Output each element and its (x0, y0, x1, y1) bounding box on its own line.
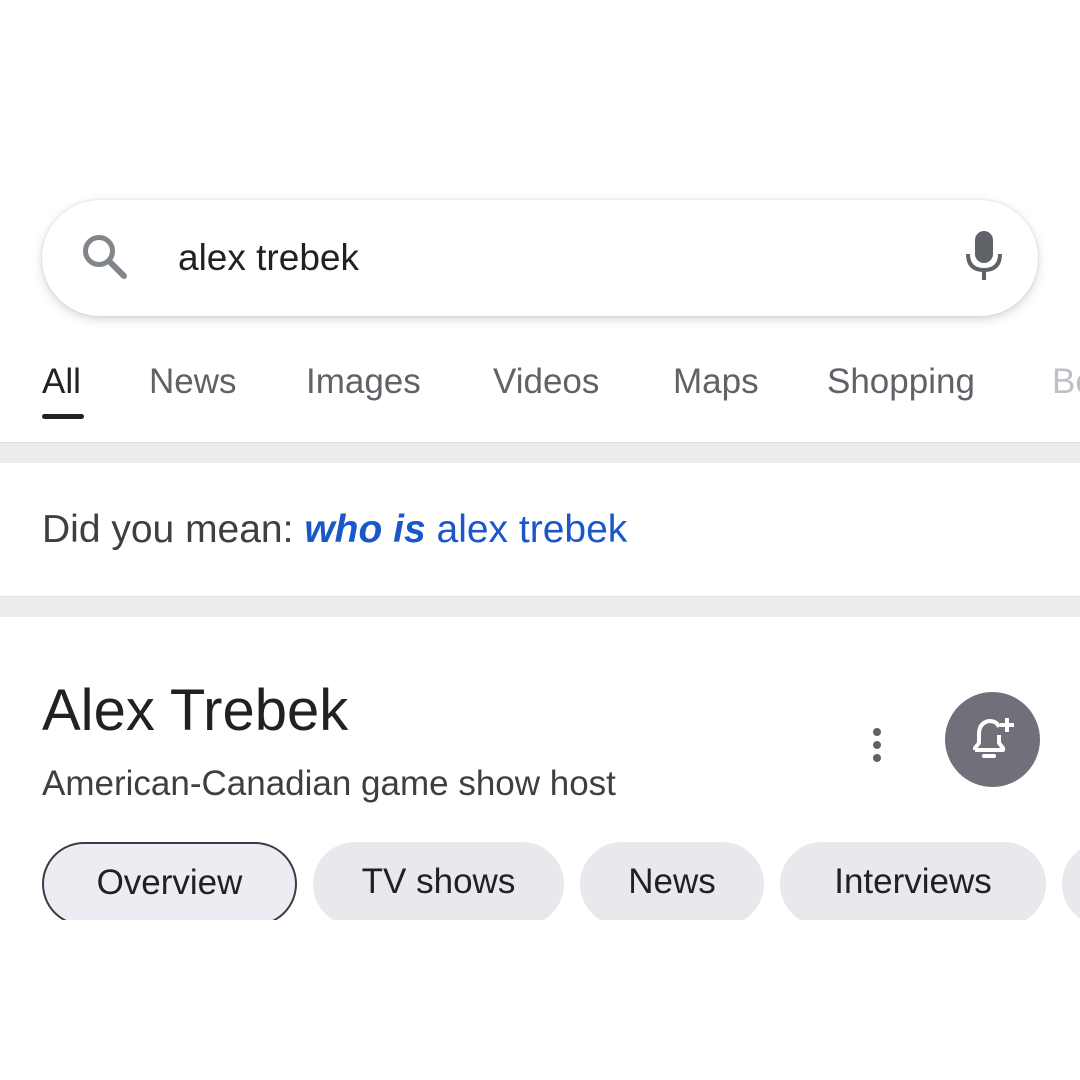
did-you-mean-prefix: Did you mean: (42, 508, 294, 551)
search-tabs: All News Images Videos Maps Shopping Bo (0, 352, 1080, 442)
section-divider (0, 442, 1080, 463)
chip-overview[interactable]: Overview (42, 842, 297, 920)
did-you-mean-suggestion[interactable]: alex trebek (437, 508, 628, 551)
tab-all[interactable]: All (42, 360, 81, 404)
follow-button[interactable] (945, 692, 1040, 787)
chip-interviews[interactable]: Interviews (780, 842, 1046, 920)
chip-more[interactable] (1062, 842, 1080, 920)
did-you-mean: Did you mean: who is alex trebek (42, 506, 627, 554)
chip-tv-shows[interactable]: TV shows (313, 842, 564, 920)
tab-images[interactable]: Images (306, 360, 421, 404)
more-options-icon[interactable] (864, 726, 890, 766)
search-input[interactable]: alex trebek (178, 236, 359, 280)
chip-news[interactable]: News (580, 842, 764, 920)
knowledge-panel-subtitle: American-Canadian game show host (42, 764, 616, 803)
search-icon[interactable] (80, 232, 130, 282)
tab-maps[interactable]: Maps (673, 360, 759, 404)
mic-icon[interactable] (964, 228, 1004, 284)
active-tab-indicator (42, 414, 84, 419)
knowledge-panel-chips: Overview TV shows News Interviews (0, 842, 1080, 920)
section-divider (0, 596, 1080, 617)
tab-books[interactable]: Bo (1052, 360, 1080, 404)
knowledge-panel-title: Alex Trebek (42, 678, 349, 743)
tab-shopping[interactable]: Shopping (827, 360, 975, 404)
did-you-mean-link[interactable]: who is alex trebek (304, 508, 627, 551)
did-you-mean-emphasis[interactable]: who is (304, 508, 425, 551)
tab-videos[interactable]: Videos (493, 360, 599, 404)
bell-add-icon (973, 718, 1014, 758)
search-box[interactable]: alex trebek (42, 200, 1038, 316)
tab-news[interactable]: News (149, 360, 237, 404)
